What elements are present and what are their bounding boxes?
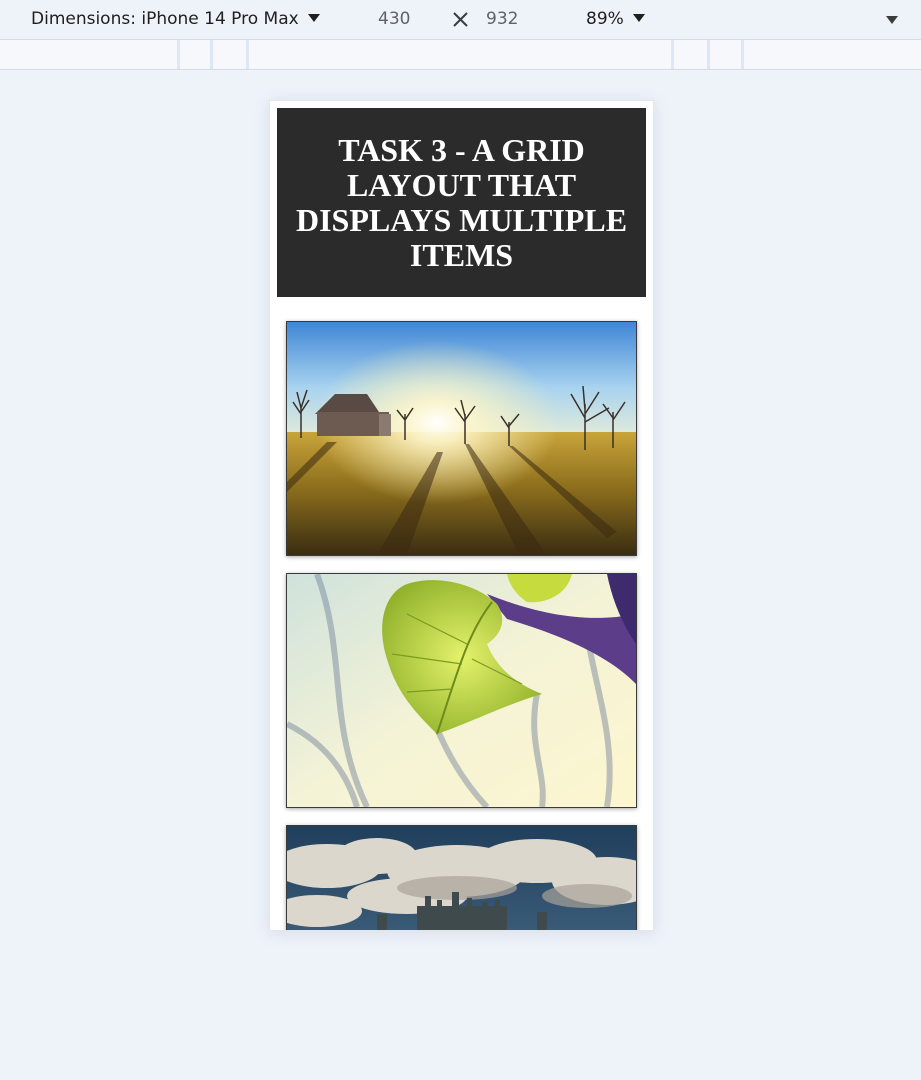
- times-icon[interactable]: [451, 10, 470, 29]
- media-query-marker[interactable]: [671, 40, 674, 69]
- height-input[interactable]: 932: [486, 0, 518, 39]
- green-leaf-closeup-image: [287, 574, 636, 807]
- media-query-marker[interactable]: [741, 40, 744, 69]
- device-select-label: Dimensions: iPhone 14 Pro Max: [31, 9, 299, 29]
- caret-down-icon: [307, 14, 320, 22]
- media-query-bar: [0, 40, 921, 70]
- device-toolbar: Dimensions: iPhone 14 Pro Max 430 932 89…: [0, 0, 921, 40]
- page-title: TASK 3 - A GRID LAYOUT THAT DISPLAYS MUL…: [295, 131, 628, 273]
- media-query-marker[interactable]: [246, 40, 249, 69]
- grid-item[interactable]: [286, 321, 637, 556]
- castle-cloudy-sky-image: [287, 826, 636, 930]
- device-viewport[interactable]: TASK 3 - A GRID LAYOUT THAT DISPLAYS MUL…: [269, 100, 654, 931]
- media-query-marker[interactable]: [707, 40, 710, 69]
- sunset-barn-field-image: [287, 322, 636, 555]
- page-header: TASK 3 - A GRID LAYOUT THAT DISPLAYS MUL…: [277, 108, 646, 297]
- grid-item[interactable]: [286, 825, 637, 930]
- width-input[interactable]: 430: [378, 0, 410, 39]
- more-options-caret-icon[interactable]: [886, 16, 898, 24]
- zoom-select-label: 89%: [586, 9, 624, 29]
- device-select[interactable]: Dimensions: iPhone 14 Pro Max: [31, 0, 320, 39]
- caret-down-icon: [632, 14, 645, 22]
- media-query-marker[interactable]: [177, 40, 180, 69]
- grid-item[interactable]: [286, 573, 637, 808]
- zoom-select[interactable]: 89%: [586, 0, 645, 39]
- media-query-marker[interactable]: [210, 40, 213, 69]
